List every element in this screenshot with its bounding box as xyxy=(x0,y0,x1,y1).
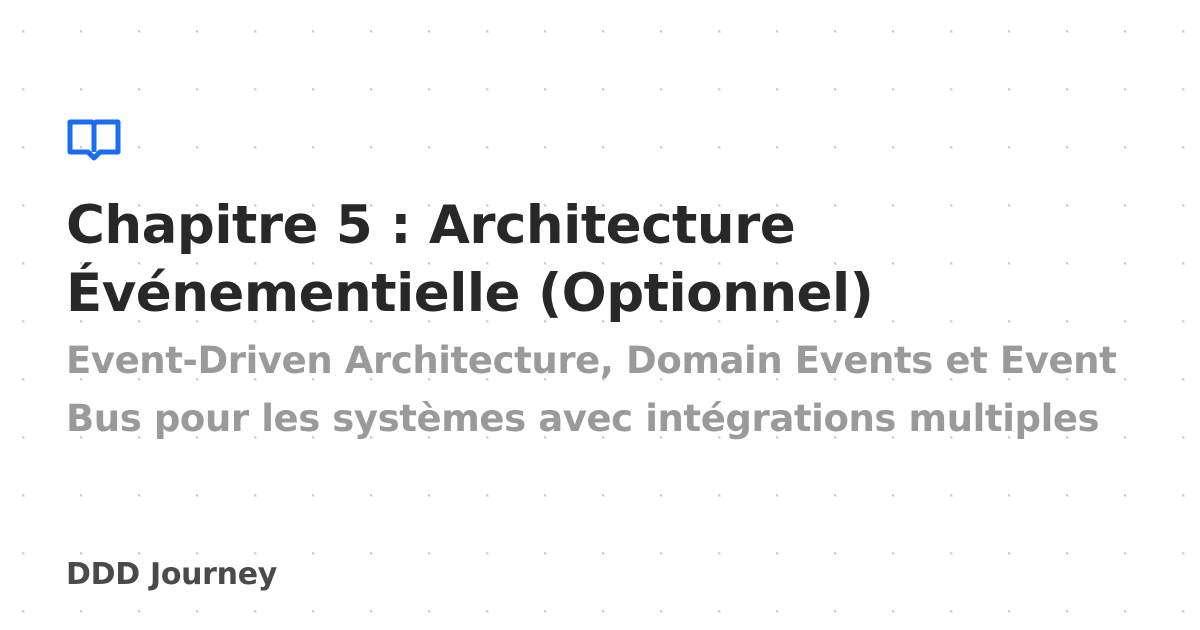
page-title: Chapitre 5 : Architecture Événementielle… xyxy=(66,195,874,324)
site-name: DDD Journey xyxy=(66,557,278,592)
content: Chapitre 5 : Architecture Événementielle… xyxy=(66,118,1166,448)
open-book-icon xyxy=(67,119,121,161)
social-card: Chapitre 5 : Architecture Événementielle… xyxy=(0,0,1200,630)
page-subtitle: Event-Driven Architecture, Domain Events… xyxy=(66,339,1117,440)
